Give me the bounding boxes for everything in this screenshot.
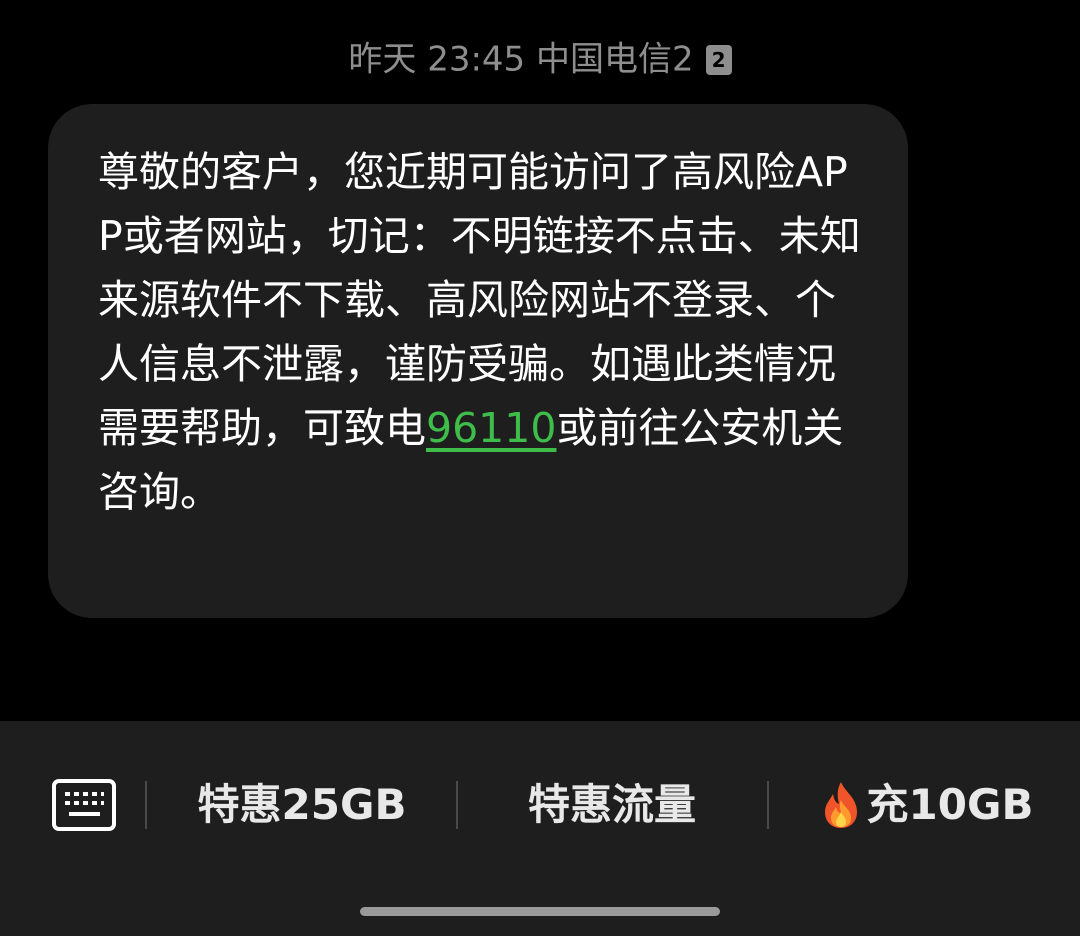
home-indicator[interactable] xyxy=(360,907,720,916)
fire-icon xyxy=(824,781,857,828)
sim-slot-icon: 2 xyxy=(705,44,732,75)
divider xyxy=(767,781,769,829)
phone-number-link[interactable]: 96110 xyxy=(426,404,556,452)
message-bubble[interactable]: 尊敬的客户，您近期可能访问了高风险APP或者网站，切记：不明链接不点击、未知来源… xyxy=(48,104,908,618)
quick-item-recharge-label: 充10GB xyxy=(866,780,1034,829)
quick-item-discount-25gb[interactable]: 特惠25GB xyxy=(160,777,444,833)
message-screen: 昨天 23:45 中国电信2 2 尊敬的客户，您近期可能访问了高风险APP或者网站… xyxy=(0,0,1080,936)
message-day: 昨天 xyxy=(348,39,417,80)
keyboard-icon[interactable] xyxy=(52,779,116,831)
keyboard-icon-graphic xyxy=(65,792,104,816)
message-body: 尊敬的客户，您近期可能访问了高风险APP或者网站，切记：不明链接不点击、未知来源… xyxy=(98,140,868,524)
divider xyxy=(456,781,458,829)
quick-reply-bar: 特惠25GB 特惠流量 充10GB xyxy=(0,721,1080,936)
message-timestamp-header: 昨天 23:45 中国电信2 2 xyxy=(0,36,1080,82)
quick-item-recharge-10gb[interactable]: 充10GB xyxy=(782,777,1072,833)
divider xyxy=(145,781,147,829)
message-carrier: 中国电信2 xyxy=(535,39,694,80)
message-time: 23:45 xyxy=(427,39,526,80)
quick-item-discount-data[interactable]: 特惠流量 xyxy=(470,777,754,833)
